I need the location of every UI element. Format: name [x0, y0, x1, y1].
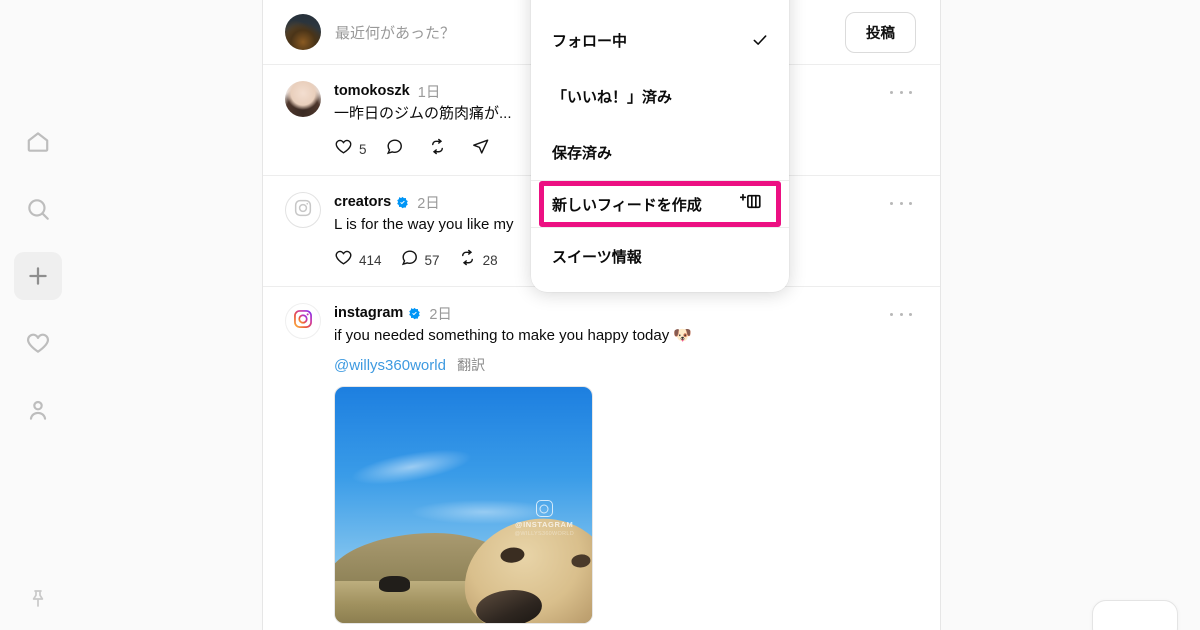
comment-icon — [385, 137, 404, 161]
repost-count: 28 — [482, 252, 498, 268]
cloud-shape — [348, 442, 476, 492]
comment-button[interactable]: 57 — [400, 248, 448, 272]
dog-eye — [498, 546, 525, 565]
more-options-icon[interactable] — [890, 85, 912, 99]
search-icon — [25, 196, 51, 222]
menu-item-label: 新しいフィードを作成 — [552, 196, 702, 214]
post-timestamp: 1日 — [417, 84, 441, 101]
instagram-icon — [293, 198, 313, 223]
post-timestamp: 2日 — [429, 306, 452, 323]
left-sidebar — [0, 0, 76, 630]
sidebar-item-search[interactable] — [14, 185, 62, 233]
floating-action-button[interactable] — [1092, 600, 1178, 630]
repost-icon — [458, 248, 477, 272]
app-root: 最近何があった？ 投稿 tomokoszk 1日 一昨日のジムの筋肉痛が... — [0, 0, 1200, 630]
like-count: 414 — [359, 252, 382, 268]
sidebar-nav-group — [14, 118, 62, 434]
dog-nose — [473, 587, 543, 623]
post-timestamp: 2日 — [417, 195, 440, 212]
avatar[interactable] — [285, 81, 321, 117]
instagram-icon — [292, 308, 314, 335]
post-text: if you needed something to make you happ… — [334, 327, 693, 344]
plus-icon — [25, 263, 51, 289]
home-icon — [25, 129, 51, 155]
repost-button[interactable] — [428, 137, 461, 161]
menu-item-label: フォロー中 — [552, 32, 628, 50]
post-author-row: instagram 2日 — [334, 303, 916, 323]
post-username[interactable]: instagram — [334, 305, 403, 321]
sidebar-item-profile[interactable] — [14, 386, 62, 434]
cow-shape — [378, 575, 410, 593]
post-username[interactable]: tomokoszk — [334, 83, 410, 99]
avatar[interactable] — [285, 303, 321, 339]
sidebar-pin-button[interactable] — [0, 587, 76, 616]
share-icon — [471, 137, 490, 161]
post-mention-row: @willys360world 翻訳 — [334, 355, 916, 375]
instagram-icon — [535, 500, 553, 518]
menu-item-saved[interactable]: 保存済み — [531, 124, 789, 180]
menu-item-label: 「いいね！」済み — [552, 88, 673, 106]
pin-icon — [26, 587, 50, 616]
heart-icon — [334, 248, 353, 272]
translate-link[interactable]: 翻訳 — [457, 357, 485, 373]
comment-button[interactable] — [385, 137, 418, 161]
verified-badge-icon — [396, 196, 409, 209]
menu-item-following[interactable]: フォロー中 — [531, 12, 789, 68]
comment-count: 57 — [424, 252, 440, 268]
post-media[interactable]: @INSTAGRAM @WILLYS360WORLD — [334, 386, 593, 624]
comment-icon — [400, 248, 419, 272]
check-icon — [751, 31, 769, 49]
post-username[interactable]: creators — [334, 194, 391, 210]
heart-icon — [334, 137, 353, 161]
right-sidebar — [941, 0, 1200, 630]
dog-eye — [570, 553, 591, 569]
like-button[interactable]: 414 — [334, 248, 390, 272]
menu-item-sweets-info[interactable]: スイーツ情報 — [531, 228, 789, 284]
menu-item-label: 保存済み — [552, 144, 613, 162]
more-options-icon[interactable] — [890, 196, 912, 210]
more-options-icon[interactable] — [890, 307, 912, 321]
person-icon — [25, 397, 51, 423]
watermark-handle: @INSTAGRAM — [515, 520, 574, 530]
post-item: instagram 2日 if you needed something to … — [263, 287, 940, 630]
verified-badge-icon — [408, 307, 421, 320]
sidebar-item-create[interactable] — [14, 252, 62, 300]
repost-icon — [428, 137, 447, 161]
feed-selector-menu: おすすめ フォロー中 「いいね！」済み 保存済み 新しいフィードを作成 — [531, 0, 789, 292]
share-button[interactable] — [471, 137, 498, 161]
mention-link[interactable]: @willys360world — [334, 357, 446, 374]
heart-icon — [25, 330, 51, 356]
watermark-sub: @WILLYS360WORLD — [514, 531, 575, 538]
menu-item-label: スイーツ情報 — [552, 248, 642, 266]
media-watermark: @INSTAGRAM @WILLYS360WORLD — [515, 500, 575, 537]
menu-item-liked[interactable]: 「いいね！」済み — [531, 68, 789, 124]
like-count: 5 — [359, 141, 367, 157]
avatar[interactable] — [285, 192, 321, 228]
repost-button[interactable]: 28 — [458, 248, 506, 272]
add-feed-icon — [739, 191, 761, 217]
menu-item-create-new-feed[interactable]: 新しいフィードを作成 — [539, 181, 781, 227]
menu-item-recommended[interactable]: おすすめ — [531, 0, 789, 12]
sidebar-item-home[interactable] — [14, 118, 62, 166]
post-button[interactable]: 投稿 — [845, 11, 916, 53]
sidebar-item-activity[interactable] — [14, 319, 62, 367]
like-button[interactable]: 5 — [334, 137, 375, 161]
avatar[interactable] — [285, 14, 321, 50]
